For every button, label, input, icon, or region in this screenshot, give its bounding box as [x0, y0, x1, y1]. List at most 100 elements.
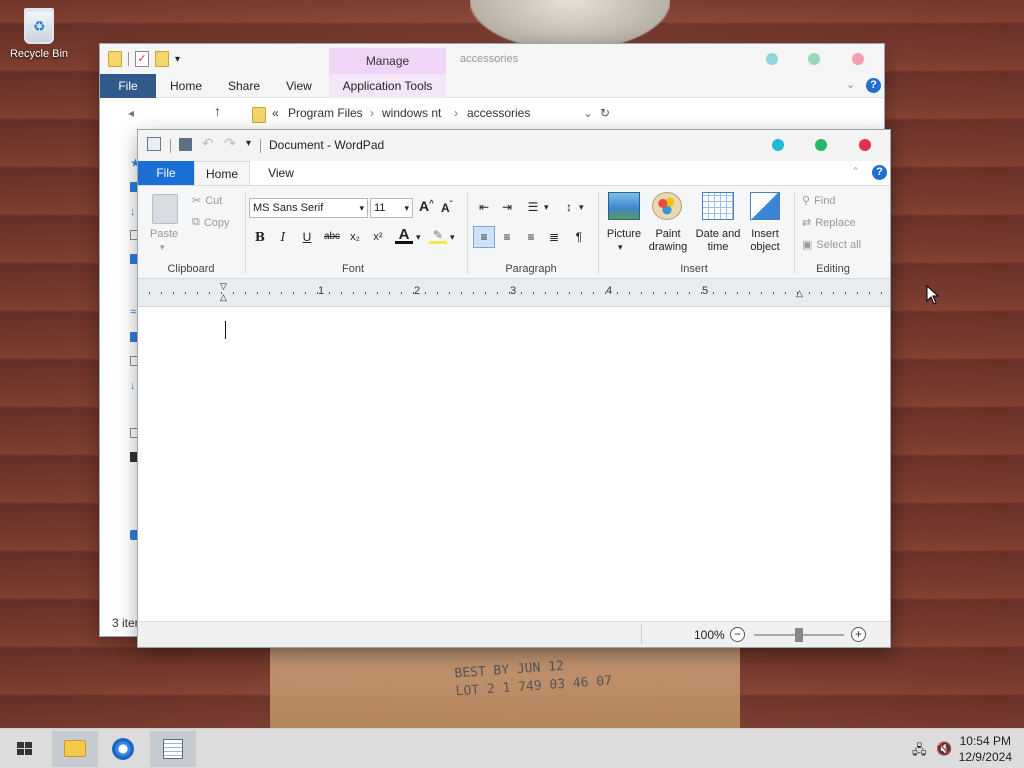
shrink-font-icon[interactable]: Aˇ [441, 200, 452, 215]
new-folder-icon[interactable] [155, 51, 169, 67]
insert-object-icon[interactable] [750, 192, 780, 220]
paint-drawing-button[interactable]: Paint drawing [644, 228, 692, 254]
calendar-clock-icon[interactable] [702, 192, 734, 220]
zoom-level: 100% [694, 628, 725, 642]
ruler[interactable]: ▽ △ △ 1 2 3 4 5 [138, 279, 890, 307]
superscript-button[interactable]: x² [369, 228, 387, 246]
line-spacing-dropdown-icon[interactable]: ▾ [579, 202, 584, 213]
taskbar-file-explorer[interactable] [52, 731, 98, 767]
strikethrough-button[interactable]: abc [321, 228, 343, 246]
tab-file[interactable]: File [138, 161, 194, 185]
refresh-icon[interactable]: ↻ [600, 106, 610, 120]
picture-icon[interactable] [608, 192, 640, 220]
breadcrumb-windows-nt[interactable]: windows nt [382, 106, 441, 120]
zoom-in-button[interactable]: + [851, 627, 866, 642]
copy-button[interactable]: ⧉ Copy [192, 216, 230, 229]
redo-icon[interactable]: ↷ [224, 135, 236, 152]
help-icon[interactable]: ? [866, 78, 881, 93]
date-time-button[interactable]: Date and time [692, 228, 744, 254]
select-all-button[interactable]: ▣ Select all [802, 238, 861, 252]
bullets-dropdown-icon[interactable]: ▾ [544, 202, 549, 213]
insert-group-label: Insert [680, 263, 708, 275]
wordpad-app-icon[interactable] [147, 137, 161, 151]
picture-dropdown-icon[interactable]: ▾ [618, 242, 623, 253]
taskbar-wordpad[interactable] [150, 731, 196, 767]
zoom-out-button[interactable]: − [730, 627, 745, 642]
right-indent-marker[interactable]: △ [796, 288, 803, 299]
font-size-select[interactable]: 11 ▾ [370, 198, 413, 218]
customize-qa-icon[interactable]: ▾ [175, 54, 180, 65]
volume-muted-icon[interactable]: 🔇 [936, 741, 952, 757]
customize-qa-icon[interactable]: ▾ [246, 138, 251, 149]
align-right-icon[interactable]: ≡ [522, 228, 540, 246]
network-icon[interactable]: 🖧 [912, 741, 927, 763]
left-indent-marker[interactable]: △ [220, 292, 227, 303]
paragraph-settings-icon[interactable]: ¶ [570, 228, 588, 246]
picture-button[interactable]: Picture [602, 228, 646, 240]
breadcrumb-program-files[interactable]: Program Files [288, 106, 363, 120]
paste-icon[interactable] [152, 194, 178, 224]
breadcrumb-accessories[interactable]: accessories [467, 106, 530, 120]
ribbon-expand-icon[interactable]: ⌄ [846, 78, 855, 91]
address-dropdown-icon[interactable]: ⌄ [583, 106, 593, 120]
maximize-button[interactable] [815, 139, 827, 151]
folder-icon[interactable] [108, 51, 122, 67]
maximize-button[interactable] [808, 53, 820, 65]
highlight-icon[interactable]: ✎ [429, 226, 447, 244]
undo-icon[interactable]: ↶ [202, 135, 214, 152]
start-button[interactable] [2, 731, 48, 767]
explorer-titlebar[interactable]: ✓ ▾ Manage accessories [100, 44, 884, 74]
underline-button[interactable]: U [298, 228, 316, 246]
desktop-icon-recycle-bin[interactable]: Recycle Bin [6, 8, 72, 60]
clock-date: 12/9/2024 [958, 750, 1012, 764]
justify-icon[interactable]: ≣ [545, 228, 563, 246]
minimize-button[interactable] [772, 139, 784, 151]
line-spacing-icon[interactable]: ↕ [560, 198, 578, 216]
grow-font-icon[interactable]: A^ [419, 198, 434, 214]
align-left-icon[interactable]: ≡ [473, 226, 495, 248]
document-area[interactable] [138, 307, 890, 623]
zoom-slider-thumb[interactable] [795, 628, 803, 642]
tab-view[interactable]: View [256, 161, 306, 185]
clock[interactable]: 10:54 PM 12/9/2024 [959, 733, 1012, 765]
tab-share[interactable]: Share [214, 74, 274, 98]
replace-button[interactable]: ⇄ Replace [802, 216, 856, 230]
highlight-dropdown-icon[interactable]: ▾ [450, 232, 455, 243]
paint-palette-icon[interactable] [652, 192, 682, 220]
help-icon[interactable]: ? [872, 165, 887, 180]
font-color-button[interactable]: A [395, 226, 413, 244]
bold-button[interactable]: B [251, 228, 269, 246]
ribbon-collapse-icon[interactable]: ⌃ [851, 165, 860, 178]
tab-application-tools[interactable]: Application Tools [329, 74, 446, 98]
subscript-button[interactable]: x₂ [346, 228, 364, 246]
breadcrumb-overflow[interactable]: « [272, 106, 279, 120]
close-button[interactable] [852, 53, 864, 65]
up-arrow-icon[interactable]: ↑ [214, 103, 221, 119]
minimize-button[interactable] [766, 53, 778, 65]
bullets-icon[interactable]: ☰ [524, 198, 542, 216]
find-button[interactable]: ⚲ Find [802, 194, 835, 208]
close-button[interactable] [859, 139, 871, 151]
increase-indent-icon[interactable]: ⇥ [498, 198, 516, 216]
taskbar-browser[interactable] [100, 731, 146, 767]
tab-home[interactable]: Home [156, 74, 216, 98]
paste-button[interactable]: Paste [150, 228, 178, 240]
align-center-icon[interactable]: ≡ [498, 228, 516, 246]
zoom-slider[interactable] [754, 628, 844, 642]
tab-view[interactable]: View [272, 74, 326, 98]
tab-manage[interactable]: Manage [329, 48, 446, 74]
italic-button[interactable]: I [274, 228, 292, 246]
properties-icon[interactable]: ✓ [135, 51, 149, 67]
paste-dropdown-icon[interactable]: ▾ [160, 242, 165, 253]
cut-button[interactable]: ✂ Cut [192, 194, 222, 208]
back-icon[interactable]: ◂ [128, 106, 134, 120]
font-color-dropdown-icon[interactable]: ▾ [416, 232, 421, 243]
wordpad-titlebar[interactable]: ↶ ↷ ▾ Document - WordPad [138, 130, 890, 161]
save-icon[interactable] [179, 138, 192, 151]
tab-home[interactable]: Home [194, 161, 250, 185]
tab-file[interactable]: File [100, 74, 156, 98]
insert-object-button[interactable]: Insert object [742, 228, 788, 254]
font-family-select[interactable]: MS Sans Serif ▾ [249, 198, 368, 218]
first-line-indent-marker[interactable]: ▽ [220, 281, 227, 292]
decrease-indent-icon[interactable]: ⇤ [475, 198, 493, 216]
